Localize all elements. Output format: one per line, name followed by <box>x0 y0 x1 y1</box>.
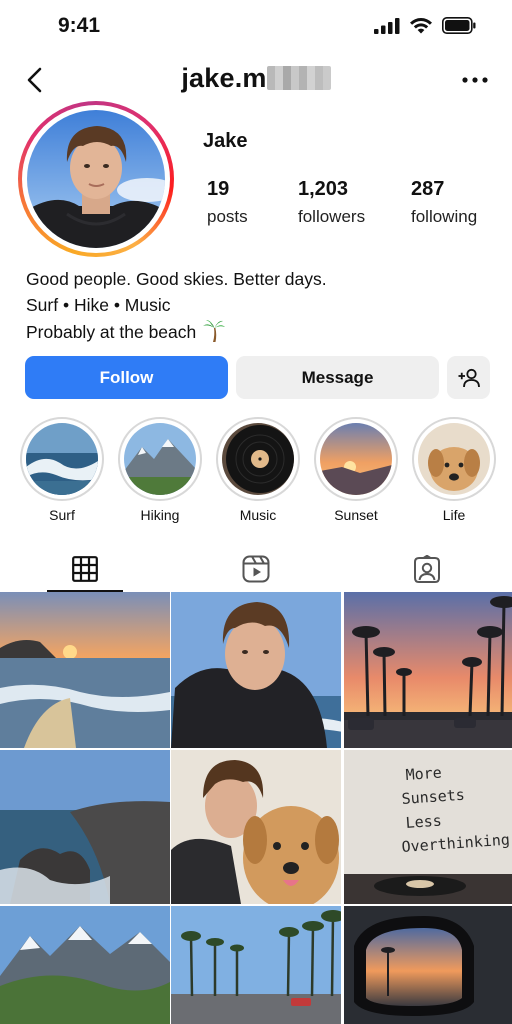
suggested-accounts-button[interactable] <box>447 356 490 399</box>
message-button[interactable]: Message <box>236 356 439 399</box>
post-thumbnail[interactable] <box>0 750 170 906</box>
post-thumbnail[interactable] <box>171 592 341 748</box>
highlight-sunset-image <box>320 423 392 495</box>
highlight-surf[interactable]: Surf <box>20 417 104 523</box>
tab-reels[interactable] <box>171 545 341 592</box>
post-thumbnail[interactable] <box>344 906 512 1024</box>
battery-icon <box>442 17 476 34</box>
avatar-story-ring[interactable] <box>18 101 174 257</box>
post-image-selfie-beach <box>171 592 341 748</box>
following-stat[interactable]: 287 following <box>411 178 477 227</box>
highlight-label: Sunset <box>334 507 378 523</box>
post-thumbnail[interactable] <box>171 750 341 906</box>
signal-icon <box>374 17 400 34</box>
posts-count: 19 <box>207 178 230 200</box>
bio-line-1: Good people. Good skies. Better days. <box>26 269 327 289</box>
wall-note-line: Less <box>405 812 442 832</box>
avatar <box>27 110 165 248</box>
highlight-hiking[interactable]: Hiking <box>118 417 202 523</box>
tagged-icon <box>414 554 440 583</box>
post-image-snowy-mountains <box>0 906 170 1024</box>
post-thumbnail[interactable] <box>344 592 512 748</box>
username: jake.m <box>181 63 267 93</box>
profile-header: jake.m <box>0 54 512 106</box>
story-highlights: Surf Hiking Music Sunset Life <box>0 417 512 529</box>
more-dots-icon <box>462 77 488 83</box>
highlight-surf-image <box>26 423 98 495</box>
highlight-music[interactable]: Music <box>216 417 300 523</box>
posts-label: posts <box>207 207 248 226</box>
status-time: 9:41 <box>58 14 101 37</box>
post-image-palm-street-sunset <box>344 592 512 748</box>
highlight-music-image <box>222 423 294 495</box>
username-area: jake.m <box>0 63 512 94</box>
following-label: following <box>411 207 478 226</box>
post-thumbnail[interactable] <box>0 592 170 748</box>
more-options-button[interactable] <box>460 68 490 92</box>
reels-icon <box>242 555 270 582</box>
wall-note-line: More <box>405 764 442 784</box>
highlight-life-image <box>418 423 490 495</box>
highlight-label: Hiking <box>140 507 180 523</box>
posts-grid: More Sunsets Less Overthinking <box>0 592 512 1024</box>
followers-label: followers <box>298 207 366 226</box>
post-image-rocky-coast <box>0 750 170 904</box>
following-count: 287 <box>411 178 445 200</box>
post-thumbnail[interactable] <box>171 906 341 1024</box>
followers-stat[interactable]: 1,203 followers <box>298 178 365 227</box>
username-redacted <box>266 66 331 90</box>
post-thumbnail[interactable] <box>0 906 170 1024</box>
highlight-life[interactable]: Life <box>412 417 496 523</box>
wifi-icon <box>410 17 432 33</box>
profile-tabs <box>0 545 512 592</box>
avatar-photo <box>27 110 165 248</box>
tab-posts-grid[interactable] <box>0 545 170 592</box>
highlight-label: Life <box>442 507 466 523</box>
post-thumbnail[interactable]: More Sunsets Less Overthinking <box>344 750 512 906</box>
status-bar: 9:41 <box>0 0 512 54</box>
post-image-palm-boulevard <box>171 906 341 1024</box>
highlight-sunset[interactable]: Sunset <box>314 417 398 523</box>
highlight-hiking-image <box>124 423 196 495</box>
post-image-car-mirror-sunset <box>344 906 512 1024</box>
palm-tree-icon <box>203 320 226 342</box>
post-image-beach-sunset-surfboard <box>0 592 170 748</box>
bio-line-2: Surf • Hike • Music <box>26 295 171 315</box>
highlight-label: Music <box>239 507 277 523</box>
bio-line-3: Probably at the beach <box>26 322 197 342</box>
post-image-wall-note-record: More Sunsets Less Overthinking <box>344 750 512 904</box>
follow-button[interactable]: Follow <box>25 356 228 399</box>
display-name: Jake <box>203 130 248 152</box>
tab-tagged[interactable] <box>342 545 512 592</box>
grid-icon <box>72 555 98 582</box>
posts-stat[interactable]: 19 posts <box>207 178 248 227</box>
followers-count: 1,203 <box>298 178 349 200</box>
bio: Good people. Good skies. Better days. Su… <box>26 266 327 345</box>
post-image-selfie-with-dog <box>171 750 341 904</box>
status-icons <box>374 17 476 34</box>
add-person-icon <box>458 368 480 387</box>
highlight-label: Surf <box>49 507 75 523</box>
